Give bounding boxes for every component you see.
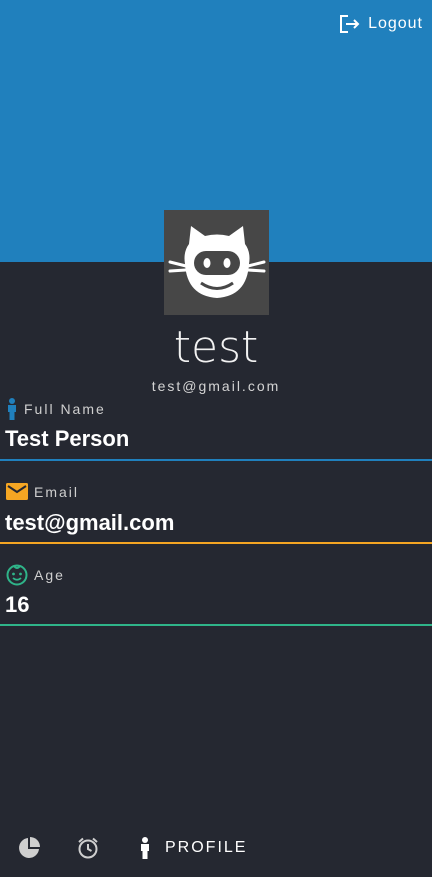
profile-email: test@gmail.com	[151, 378, 281, 394]
nav-item-alarm[interactable]	[77, 830, 99, 866]
person-icon	[8, 398, 16, 420]
logout-button[interactable]: Logout	[339, 14, 423, 34]
profile-username: test	[173, 322, 259, 373]
mail-icon	[6, 483, 28, 500]
email-value[interactable]: test@gmail.com	[5, 510, 174, 536]
nav-item-stats[interactable]	[18, 830, 40, 866]
logout-icon	[340, 15, 360, 33]
pie-chart-icon	[19, 837, 40, 858]
age-underline	[0, 624, 432, 626]
octocat-avatar-icon	[168, 225, 265, 298]
baby-face-icon	[6, 564, 28, 586]
logout-label: Logout	[368, 15, 423, 32]
person-icon	[141, 837, 149, 859]
avatar[interactable]	[164, 210, 269, 315]
full-name-underline	[0, 459, 432, 461]
nav-profile-label: PROFILE	[165, 839, 248, 856]
age-label-row: Age	[6, 564, 65, 586]
email-label: Email	[34, 483, 80, 500]
full-name-label-row: Full Name	[6, 398, 106, 420]
age-value[interactable]: 16	[5, 592, 29, 618]
email-label-row: Email	[6, 483, 79, 500]
nav-item-profile[interactable]: PROFILE	[139, 830, 247, 866]
email-underline	[0, 542, 432, 544]
alarm-clock-icon	[78, 837, 98, 859]
age-label: Age	[34, 567, 65, 583]
bottom-navigation: PROFILE	[0, 830, 432, 866]
full-name-label: Full Name	[24, 401, 106, 417]
full-name-value[interactable]: Test Person	[5, 426, 129, 452]
